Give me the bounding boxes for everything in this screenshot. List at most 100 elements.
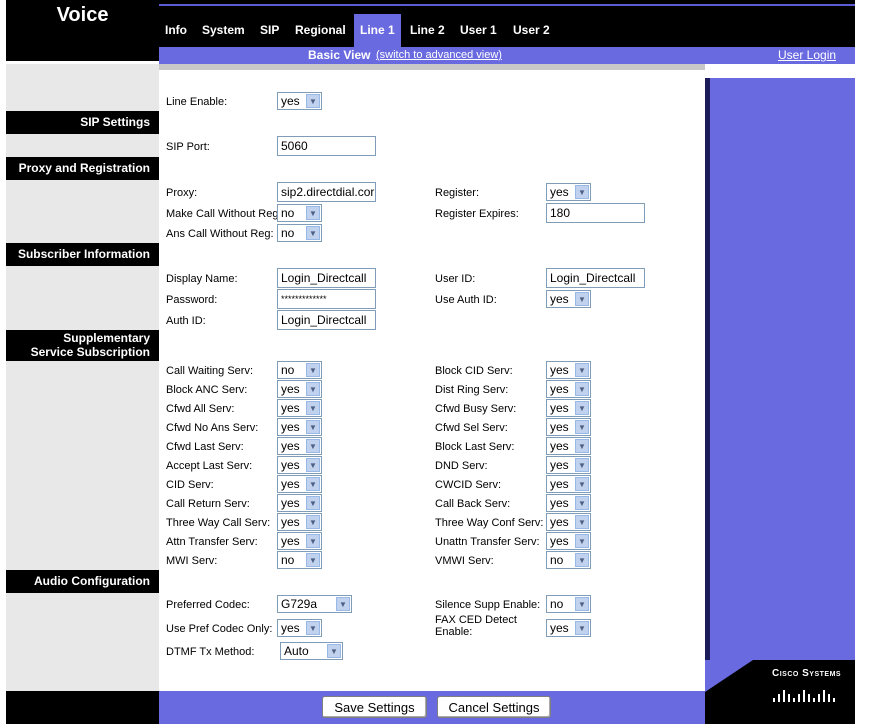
- supp-left-label: MWI Serv:: [166, 555, 218, 567]
- tab-user-2[interactable]: User 2: [507, 14, 556, 47]
- chevron-down-icon: ▼: [306, 553, 320, 567]
- preferred-codec-select[interactable]: G729a ▼: [277, 595, 352, 613]
- line-enable-label: Line Enable:: [166, 96, 228, 108]
- supp-right-select[interactable]: yes ▼: [546, 418, 591, 436]
- supp-right-select[interactable]: yes ▼: [546, 494, 591, 512]
- supp-left-select[interactable]: no ▼: [277, 361, 322, 379]
- supp-left-select[interactable]: yes ▼: [277, 532, 322, 550]
- section-supplementary-service: Supplementary Service Subscription: [6, 330, 159, 361]
- tab-system[interactable]: System: [196, 14, 251, 47]
- auth-id-label: Auth ID:: [166, 315, 206, 327]
- ans-call-without-reg-select[interactable]: no ▼: [277, 224, 322, 242]
- supp-right-select[interactable]: yes ▼: [546, 456, 591, 474]
- silence-supp-select[interactable]: no ▼: [546, 595, 591, 613]
- display-name-input[interactable]: Login_Directcall: [277, 268, 376, 288]
- supp-left-select[interactable]: no ▼: [277, 551, 322, 569]
- password-input[interactable]: *************: [277, 289, 376, 309]
- supp-right-select[interactable]: yes ▼: [546, 399, 591, 417]
- switch-advanced-link[interactable]: (switch to advanced view): [376, 49, 502, 61]
- chevron-down-icon: ▼: [575, 621, 589, 635]
- supp-left-select[interactable]: yes ▼: [277, 494, 322, 512]
- supp-right-label: Block CID Serv:: [435, 365, 513, 377]
- use-pref-codec-only-select[interactable]: yes ▼: [277, 619, 322, 637]
- chevron-down-icon: ▼: [306, 515, 320, 529]
- supp-right-select[interactable]: yes ▼: [546, 513, 591, 531]
- use-auth-id-select[interactable]: yes ▼: [546, 290, 591, 308]
- chevron-down-icon: ▼: [575, 185, 589, 199]
- section-sip-settings: SIP Settings: [6, 111, 159, 134]
- chevron-down-icon: ▼: [575, 534, 589, 548]
- supp-right-select[interactable]: yes ▼: [546, 532, 591, 550]
- chevron-down-icon: ▼: [336, 597, 350, 611]
- tab-line-1[interactable]: Line 1: [354, 14, 401, 47]
- supp-right-label: Cfwd Busy Serv:: [435, 403, 517, 415]
- supp-left-label: Accept Last Serv:: [166, 460, 253, 472]
- supp-left-select[interactable]: yes ▼: [277, 418, 322, 436]
- chevron-down-icon: ▼: [575, 496, 589, 510]
- supp-left-select[interactable]: yes ▼: [277, 513, 322, 531]
- supp-left-label: CID Serv:: [166, 479, 214, 491]
- user-id-input[interactable]: Login_Directcall: [546, 268, 645, 288]
- supp-left-label: Block ANC Serv:: [166, 384, 248, 396]
- right-column: [705, 64, 855, 691]
- proxy-input[interactable]: sip2.directdial.cor: [277, 182, 376, 202]
- user-login-link[interactable]: User Login: [778, 48, 836, 62]
- supp-left-label: Three Way Call Serv:: [166, 517, 271, 529]
- register-select[interactable]: yes ▼: [546, 183, 591, 201]
- tab-info[interactable]: Info: [159, 14, 193, 47]
- chevron-down-icon: ▼: [575, 439, 589, 453]
- display-name-label: Display Name:: [166, 273, 238, 285]
- supp-right-select[interactable]: yes ▼: [546, 475, 591, 493]
- supp-right-label: Block Last Serv:: [435, 441, 515, 453]
- supp-right-select[interactable]: yes ▼: [546, 361, 591, 379]
- supp-left-select[interactable]: yes ▼: [277, 380, 322, 398]
- register-label: Register:: [435, 187, 480, 199]
- tab-regional[interactable]: Regional: [289, 14, 352, 47]
- supp-left-label: Call Return Serv:: [166, 498, 250, 510]
- auth-id-input[interactable]: Login_Directcall: [277, 310, 376, 330]
- sip-port-label: SIP Port:: [166, 141, 210, 153]
- supp-left-label: Cfwd Last Serv:: [166, 441, 244, 453]
- chevron-down-icon: ▼: [575, 382, 589, 396]
- use-auth-id-label: Use Auth ID:: [435, 294, 497, 306]
- chevron-down-icon: ▼: [575, 458, 589, 472]
- chevron-down-icon: ▼: [306, 382, 320, 396]
- register-expires-input[interactable]: 180: [546, 203, 645, 223]
- chevron-down-icon: ▼: [575, 515, 589, 529]
- sip-port-input[interactable]: 5060: [277, 136, 376, 156]
- supp-left-select[interactable]: yes ▼: [277, 437, 322, 455]
- tab-user-1[interactable]: User 1: [454, 14, 503, 47]
- supp-left-label: Call Waiting Serv:: [166, 365, 254, 377]
- supp-right-label: Three Way Conf Serv:: [435, 517, 544, 529]
- make-call-without-reg-label: Make Call Without Reg:: [166, 208, 282, 220]
- chevron-down-icon: ▼: [306, 420, 320, 434]
- proxy-label: Proxy:: [166, 187, 198, 199]
- supp-right-label: VMWI Serv:: [435, 555, 494, 567]
- chevron-down-icon: ▼: [327, 644, 341, 658]
- supp-right-select[interactable]: no ▼: [546, 551, 591, 569]
- supp-left-label: Cfwd No Ans Serv:: [166, 422, 259, 434]
- save-settings-button[interactable]: Save Settings: [322, 696, 427, 718]
- fax-ced-detect-select[interactable]: yes ▼: [546, 619, 591, 637]
- section-subscriber-information: Subscriber Information: [6, 243, 159, 266]
- supp-left-label: Cfwd All Serv:: [166, 403, 235, 415]
- supp-left-select[interactable]: yes ▼: [277, 399, 322, 417]
- right-column-edge: [705, 78, 710, 691]
- chevron-down-icon: ▼: [306, 363, 320, 377]
- supp-right-select[interactable]: yes ▼: [546, 380, 591, 398]
- supp-left-select[interactable]: yes ▼: [277, 475, 322, 493]
- supp-right-select[interactable]: yes ▼: [546, 437, 591, 455]
- dtmf-tx-method-label: DTMF Tx Method:: [166, 646, 255, 658]
- chevron-down-icon: ▼: [306, 496, 320, 510]
- cancel-settings-button[interactable]: Cancel Settings: [437, 696, 551, 718]
- supp-left-select[interactable]: yes ▼: [277, 456, 322, 474]
- line-enable-select[interactable]: yes ▼: [277, 92, 322, 110]
- password-label: Password:: [166, 294, 218, 306]
- tab-sip[interactable]: SIP: [254, 14, 285, 47]
- use-pref-codec-only-label: Use Pref Codec Only:: [166, 623, 273, 635]
- make-call-without-reg-select[interactable]: no ▼: [277, 204, 322, 222]
- tab-line-2[interactable]: Line 2: [404, 14, 451, 47]
- dtmf-tx-method-select[interactable]: Auto ▼: [280, 642, 343, 660]
- register-expires-label: Register Expires:: [435, 208, 519, 220]
- chevron-down-icon: ▼: [306, 94, 320, 108]
